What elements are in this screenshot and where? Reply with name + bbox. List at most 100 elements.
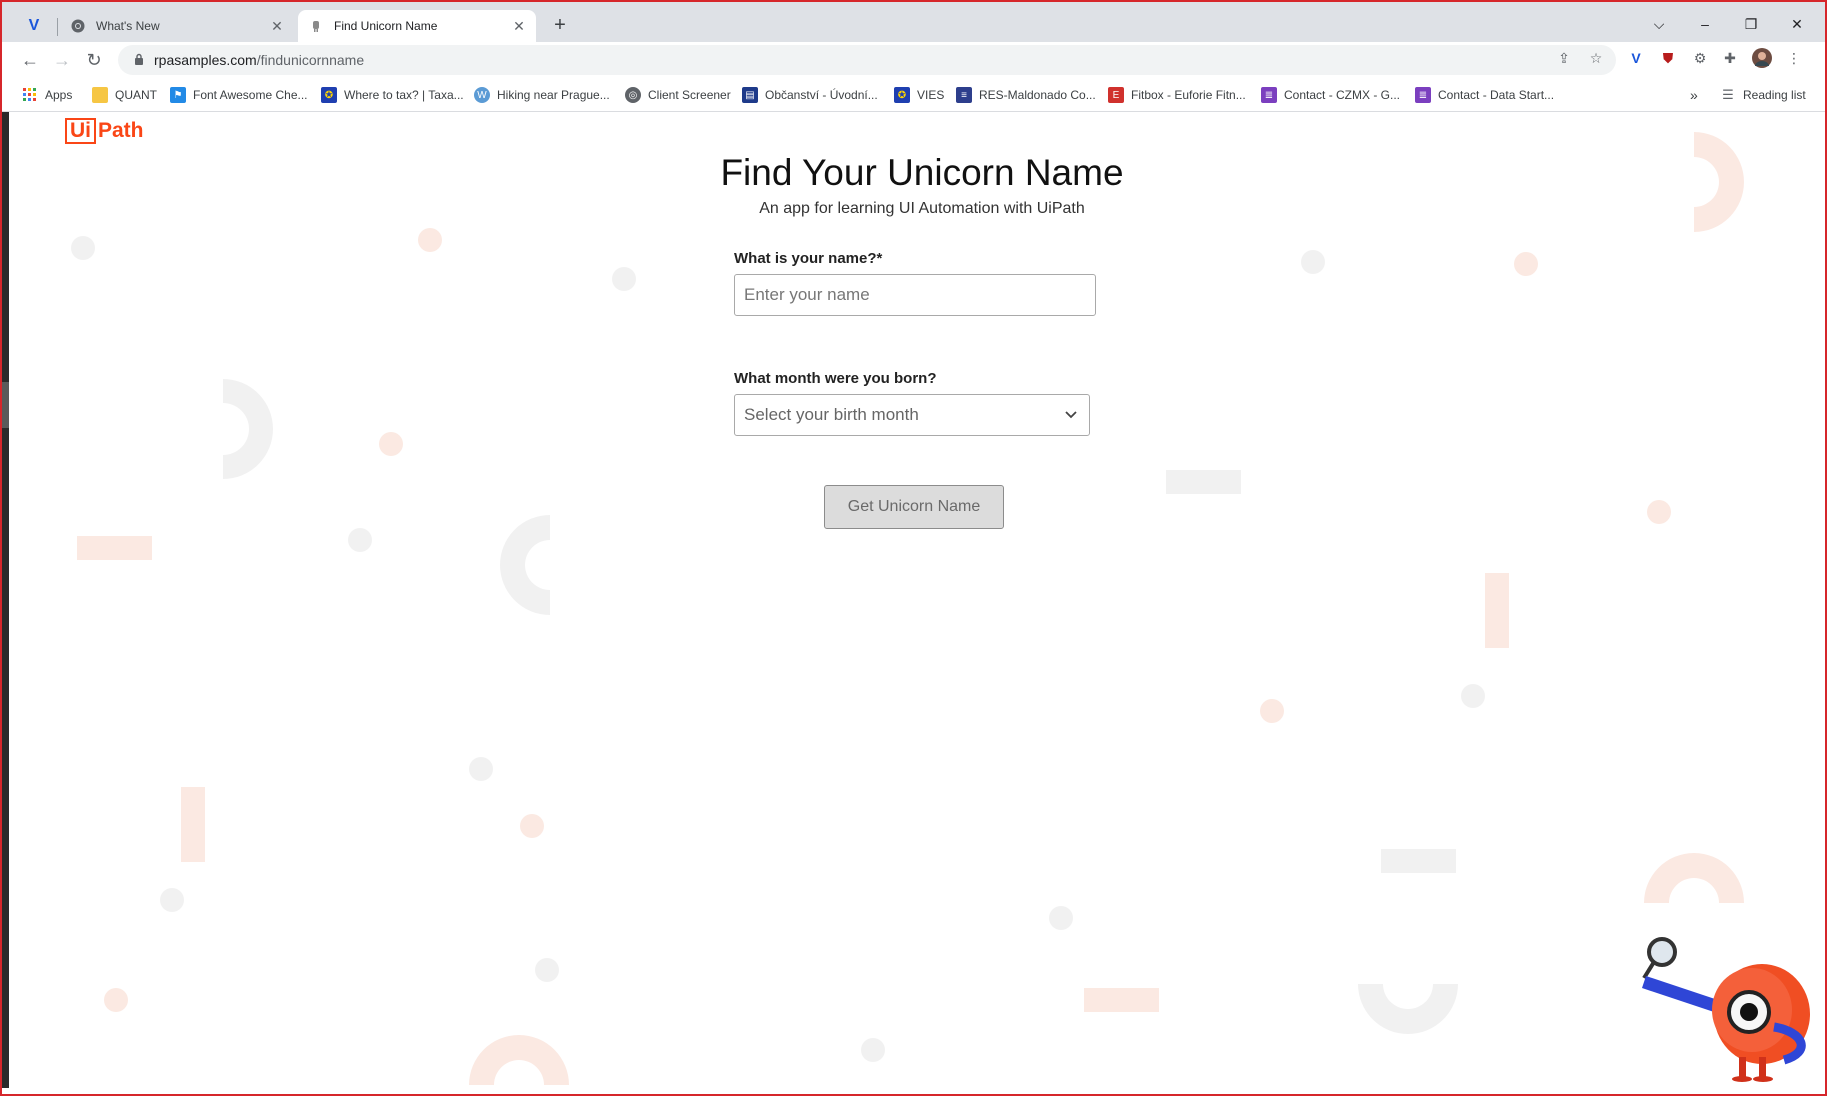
edge-handle <box>0 382 9 428</box>
robot-extension-icon[interactable]: ⚙ <box>1690 48 1710 68</box>
bookmark-label: VIES <box>917 88 945 102</box>
decor-dot <box>469 757 493 781</box>
form-icon: ≣ <box>1261 87 1277 103</box>
shield-extension-icon[interactable]: ⛊ <box>1658 48 1678 68</box>
extensions-puzzle-icon[interactable]: ✚ <box>1720 48 1740 68</box>
close-tab-icon[interactable]: ✕ <box>510 18 528 35</box>
decor-dot <box>520 814 544 838</box>
back-arrow-icon[interactable]: ← <box>16 46 44 74</box>
decor-dot <box>1461 684 1485 708</box>
new-tab-button[interactable]: + <box>548 14 572 38</box>
chevron-down-icon <box>1065 411 1077 419</box>
left-window-edge <box>0 112 9 1092</box>
url-host: rpasamples.com <box>154 52 257 68</box>
reading-list-icon: ☰ <box>1722 87 1734 102</box>
get-unicorn-name-button[interactable]: Get Unicorn Name <box>824 485 1004 529</box>
bookmark-hiking-prague[interactable]: W Hiking near Prague... <box>474 85 610 105</box>
bookmark-quant[interactable]: QUANT <box>92 85 157 105</box>
bookmark-label: QUANT <box>115 88 157 102</box>
wordpress-icon: W <box>474 87 490 103</box>
tab-strip: V What's New ✕ Find Unicorn Name ✕ + ⌵ –… <box>2 2 1825 42</box>
menu-kebab-icon[interactable]: ⋮ <box>1784 48 1804 68</box>
decor-arc <box>1694 132 1744 232</box>
bookmark-font-awesome[interactable]: ⚑ Font Awesome Che... <box>170 85 308 105</box>
lock-icon <box>124 53 154 68</box>
uipath-logo: Ui Path <box>65 118 144 144</box>
browser-toolbar: ← → ↻ rpasamples.com/findunicornname ⇪ ☆… <box>2 42 1825 79</box>
vivaldi-extension-icon[interactable]: V <box>1626 48 1646 68</box>
decor-dot <box>1049 906 1073 930</box>
restore-button[interactable]: ❐ <box>1728 10 1774 38</box>
decor-dot <box>379 432 403 456</box>
share-icon[interactable]: ⇪ <box>1554 48 1574 68</box>
decor-dot <box>1301 250 1325 274</box>
reading-list-button[interactable]: ☰ Reading list <box>1720 85 1806 105</box>
fitbox-icon: E <box>1108 87 1124 103</box>
bookmark-apps[interactable]: Apps <box>22 85 72 105</box>
forward-arrow-icon[interactable]: → <box>48 46 76 74</box>
bookmark-contact-czmx[interactable]: ≣ Contact - CZMX - G... <box>1261 85 1400 105</box>
reload-icon[interactable]: ↻ <box>80 46 108 74</box>
decor-arc <box>500 515 550 615</box>
decor-bar <box>181 787 205 862</box>
minimize-button[interactable]: – <box>1682 10 1728 38</box>
form-icon: ≣ <box>1415 87 1431 103</box>
tab-pinned[interactable]: V <box>24 10 54 42</box>
bookmark-label: Contact - CZMX - G... <box>1284 88 1401 102</box>
bookmark-star-icon[interactable]: ☆ <box>1586 48 1606 68</box>
bookmark-label: Apps <box>45 88 73 102</box>
name-label: What is your name?* <box>734 250 883 267</box>
decor-dot <box>861 1038 885 1062</box>
page-subtitle: An app for learning UI Automation with U… <box>759 200 1085 217</box>
tab-search-chevron-icon[interactable]: ⌵ <box>1636 10 1682 38</box>
decor-dot <box>348 528 372 552</box>
decor-dot <box>535 958 559 982</box>
bookmark-label: Contact - Data Start... <box>1438 88 1555 102</box>
close-tab-icon[interactable]: ✕ <box>268 18 286 35</box>
decor-arc <box>1358 984 1458 1034</box>
site-icon: ▤ <box>742 87 758 103</box>
name-input[interactable]: Enter your name <box>734 274 1096 316</box>
decor-bar <box>77 536 152 560</box>
decor-bar <box>1166 470 1241 494</box>
bookmark-label: Fitbox - Euforie Fitn... <box>1131 88 1246 102</box>
address-bar[interactable]: rpasamples.com/findunicornname <box>118 45 1616 75</box>
bookmark-label: Client Screener <box>648 88 731 102</box>
decor-dot <box>1514 252 1538 276</box>
apps-grid-icon <box>22 87 38 103</box>
bookmark-obcanstvi[interactable]: ▤ Občanství - Úvodní... <box>742 85 878 105</box>
birth-month-select[interactable]: Select your birth month <box>734 394 1090 436</box>
name-placeholder: Enter your name <box>744 285 870 304</box>
logo-boxed-text: Ui <box>65 118 96 144</box>
url-text: rpasamples.com/findunicornname <box>154 52 364 68</box>
bookmark-contact-data-start[interactable]: ≣ Contact - Data Start... <box>1415 85 1554 105</box>
decor-dot <box>160 888 184 912</box>
decor-bar <box>1084 988 1159 1012</box>
tab-divider <box>57 18 58 36</box>
tab-whats-new[interactable]: What's New ✕ <box>62 10 294 42</box>
bookmark-fitbox[interactable]: E Fitbox - Euforie Fitn... <box>1108 85 1246 105</box>
bookmark-vies[interactable]: ✪ VIES <box>894 85 944 105</box>
decor-bar <box>1485 573 1509 648</box>
close-window-button[interactable]: ✕ <box>1774 10 1820 38</box>
bookmarks-overflow-button[interactable]: » <box>1690 85 1698 105</box>
bookmark-label: Občanství - Úvodní... <box>765 88 878 102</box>
url-path: /findunicornname <box>256 52 365 68</box>
flag-icon: ⚑ <box>170 87 186 103</box>
bookmark-label: RES-Maldonado Co... <box>979 88 1096 102</box>
page-title: Find Your Unicorn Name <box>720 152 1124 193</box>
bookmark-client-screener[interactable]: ◎ Client Screener <box>625 85 731 105</box>
profile-avatar-icon[interactable] <box>1752 48 1772 68</box>
tab-find-unicorn-name[interactable]: Find Unicorn Name ✕ <box>298 10 536 42</box>
decor-dot <box>1260 699 1284 723</box>
bookmark-label: Hiking near Prague... <box>497 88 610 102</box>
bookmark-label: Where to tax? | Taxa... <box>344 88 464 102</box>
birth-month-selected: Select your birth month <box>744 405 919 424</box>
bottom-edge <box>0 1088 1827 1096</box>
decor-dot <box>1647 500 1671 524</box>
bookmark-res-maldonado[interactable]: ≡ RES-Maldonado Co... <box>956 85 1096 105</box>
tab-title: Find Unicorn Name <box>334 19 438 33</box>
bookmark-where-to-tax[interactable]: ✪ Where to tax? | Taxa... <box>321 85 464 105</box>
decor-arc <box>469 1035 569 1085</box>
decor-dot <box>612 267 636 291</box>
